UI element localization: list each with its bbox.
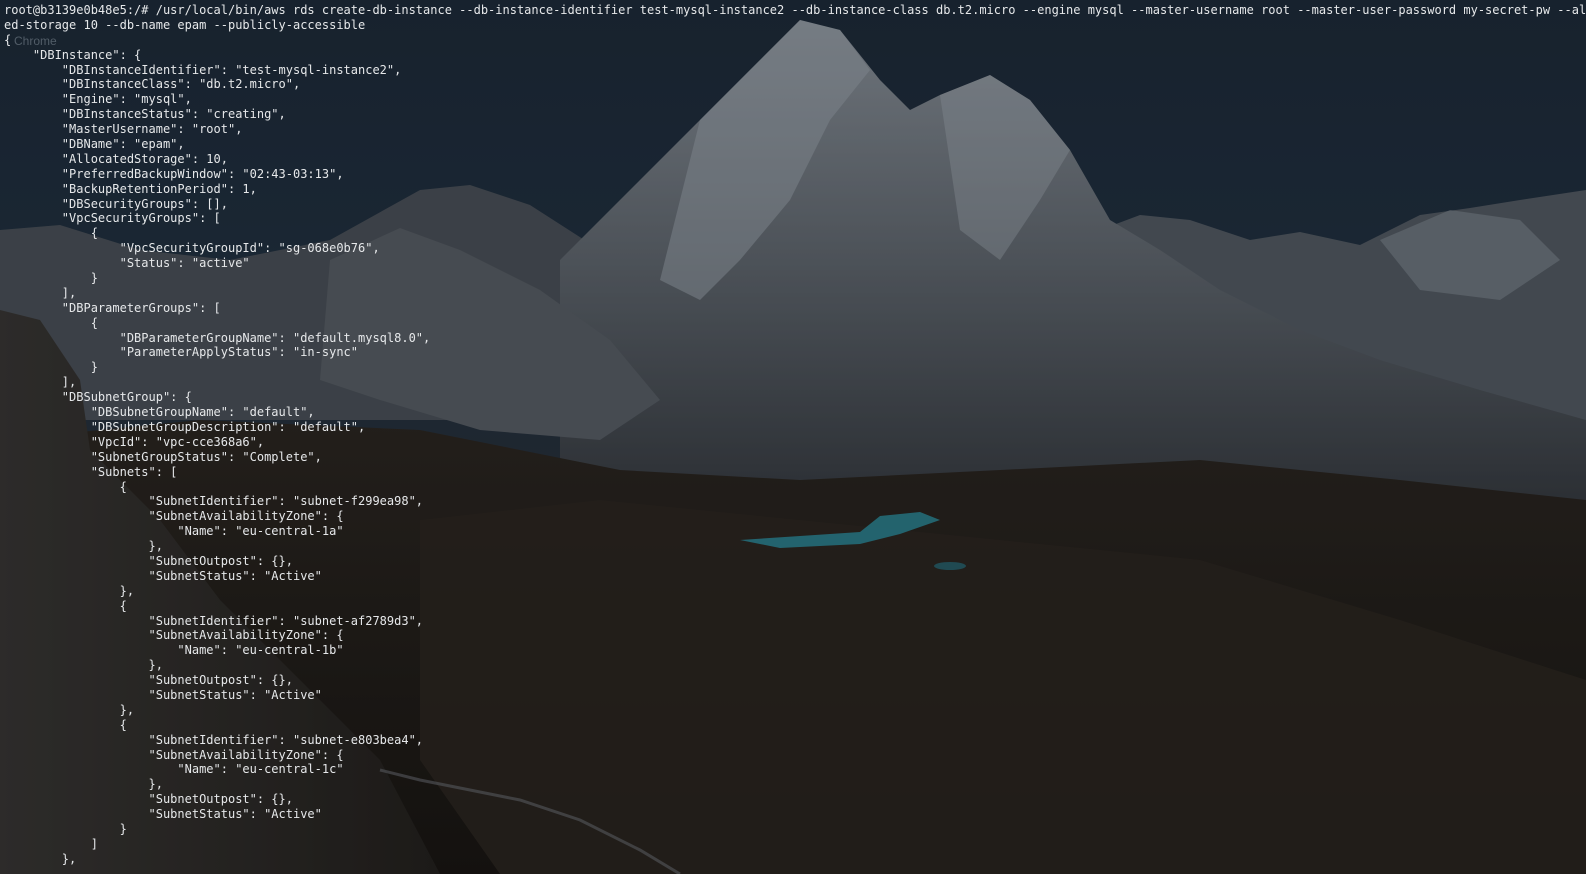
terminal-output-line: }, <box>4 658 163 673</box>
terminal-output-line: "DBParameterGroupName": "default.mysql8.… <box>4 330 431 345</box>
terminal-output-line: ], <box>4 375 77 390</box>
terminal-output-line: "DBInstance": { <box>4 47 142 62</box>
terminal-command-line: ed-storage 10 --db-name epam --publicly-… <box>4 17 366 32</box>
terminal-output-line: "Status": "active" <box>4 256 250 271</box>
terminal-output-line: "SubnetOutpost": {}, <box>4 792 293 807</box>
terminal-output-line: "Engine": "mysql", <box>4 92 192 107</box>
terminal-output-line: "DBInstanceStatus": "creating", <box>4 107 286 122</box>
terminal-output-line: "SubnetAvailabilityZone": { <box>4 509 344 524</box>
terminal-output-line: ] <box>4 836 98 851</box>
terminal-output-line: "VpcSecurityGroupId": "sg-068e0b76", <box>4 241 380 256</box>
terminal-output-line: "VpcId": "vpc-cce368a6", <box>4 434 265 449</box>
terminal-output-line: "DBName": "epam", <box>4 137 185 152</box>
terminal-output-line: "VpcSecurityGroups": [ <box>4 211 221 226</box>
terminal-output-line: "SubnetGroupStatus": "Complete", <box>4 449 322 464</box>
terminal-output-line: "Subnets": [ <box>4 464 178 479</box>
terminal-output-line: { <box>4 598 127 613</box>
terminal-output-line: { <box>4 717 127 732</box>
terminal-output-line: }, <box>4 702 135 717</box>
terminal-output-line: "SubnetOutpost": {}, <box>4 673 293 688</box>
terminal-output-line: "SubnetOutpost": {}, <box>4 553 293 568</box>
terminal-output-line: }, <box>4 539 163 554</box>
terminal-output-line: "SubnetStatus": "Active" <box>4 807 322 822</box>
terminal-output-line: "MasterUsername": "root", <box>4 122 243 137</box>
terminal-output-line: "DBParameterGroups": [ <box>4 300 221 315</box>
terminal-output-line: "SubnetStatus": "Active" <box>4 568 322 583</box>
terminal-output-line: "Name": "eu-central-1a" <box>4 524 344 539</box>
terminal-output-line: "DBInstanceIdentifier": "test-mysql-inst… <box>4 62 402 77</box>
terminal-output[interactable]: root@b3139e0b48e5:/# /usr/local/bin/aws … <box>0 0 1586 874</box>
terminal-output-line: "BackupRetentionPeriod": 1, <box>4 181 257 196</box>
terminal-output-line: "DBSubnetGroupName": "default", <box>4 405 315 420</box>
terminal-output-line: "SubnetIdentifier": "subnet-f299ea98", <box>4 494 424 509</box>
terminal-output-line: "DBSubnetGroup": { <box>4 390 192 405</box>
terminal-output-line: } <box>4 360 98 375</box>
terminal-output-line: "DBInstanceClass": "db.t2.micro", <box>4 77 301 92</box>
terminal-output-line: { <box>4 226 98 241</box>
terminal-output-line: "SubnetStatus": "Active" <box>4 687 322 702</box>
terminal-output-line: "SubnetAvailabilityZone": { <box>4 628 344 643</box>
desktop: Chrome root@b3139e0b48e5:/# /usr/local/b… <box>0 0 1586 874</box>
terminal-output-line: { <box>4 479 127 494</box>
terminal-output-line: "Name": "eu-central-1c" <box>4 762 344 777</box>
terminal-output-line: "SubnetAvailabilityZone": { <box>4 747 344 762</box>
terminal-command-line: root@b3139e0b48e5:/# /usr/local/bin/aws … <box>4 3 1586 17</box>
terminal-output-line: } <box>4 821 127 836</box>
terminal-output-line: "DBSubnetGroupDescription": "default", <box>4 419 366 434</box>
terminal-output-line: ], <box>4 285 77 300</box>
terminal-output-line: "DBSecurityGroups": [], <box>4 196 228 211</box>
terminal-output-line: "ParameterApplyStatus": "in-sync" <box>4 345 359 360</box>
terminal-output-line: "SubnetIdentifier": "subnet-af2789d3", <box>4 613 424 628</box>
terminal-output-line: "PreferredBackupWindow": "02:43-03:13", <box>4 166 344 181</box>
terminal-output-line: "Name": "eu-central-1b" <box>4 643 344 658</box>
terminal-output-line: }, <box>4 583 135 598</box>
terminal-output-line: "AllocatedStorage": 10, <box>4 151 228 166</box>
terminal-output-line: }, <box>4 777 163 792</box>
terminal-output-line: { <box>4 315 98 330</box>
terminal-output-line: }, <box>4 851 77 866</box>
terminal-output-line: "SubnetIdentifier": "subnet-e803bea4", <box>4 732 424 747</box>
terminal-output-line: { <box>4 32 12 47</box>
terminal-output-line: } <box>4 271 98 286</box>
